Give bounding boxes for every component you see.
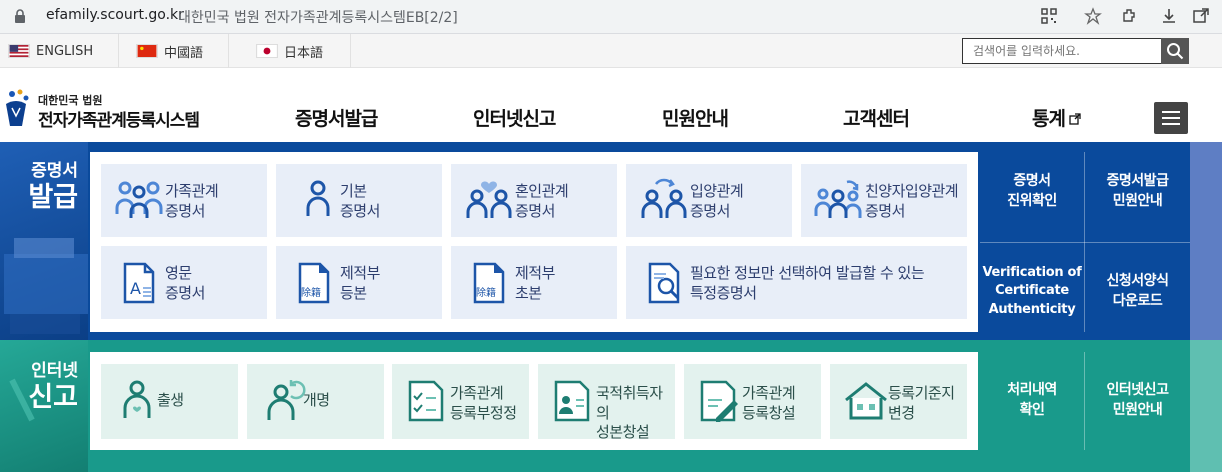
tile-label: 국적취득자의 성본창설 (596, 384, 663, 441)
section-title-line2: 신고 (28, 381, 78, 413)
link-cert-verify[interactable]: 증명서 진위확인 (980, 142, 1084, 242)
japan-flag-icon (256, 44, 278, 58)
tile-specific-cert[interactable]: 필요한 정보만 선택하여 발급할 수 있는 특정증명서 (626, 246, 967, 319)
tile-label: 가족관계 증명서 (165, 182, 219, 220)
link-report-status[interactable]: 처리내역 확인 (980, 352, 1084, 450)
adoption-icon (641, 178, 687, 218)
gnb-customer-center[interactable]: 고객센터 (843, 104, 910, 131)
link-cert-guide[interactable]: 증명서발급 민원안내 (1085, 142, 1190, 242)
tile-label: 영문 증명서 (165, 264, 205, 302)
browser-url[interactable]: efamily.scourt.go.kr (46, 7, 184, 23)
pen-document-icon (700, 380, 738, 422)
tile-label: 가족관계 등록창설 (742, 384, 796, 422)
tile-label: 기본 증명서 (340, 182, 380, 220)
tile-label: 등록기준지 변경 (888, 384, 955, 422)
tile-removed-register-abstract[interactable]: 除籍 제적부 초본 (451, 246, 617, 319)
download-icon[interactable] (1160, 7, 1178, 25)
lang-english[interactable]: ENGLISH (0, 34, 118, 68)
tile-label: 개명 (303, 391, 330, 409)
tile-registration-base-change[interactable]: 등록기준지 변경 (830, 364, 967, 439)
open-new-window-icon[interactable] (1192, 7, 1210, 25)
house-icon (845, 382, 887, 420)
report-section-title: 인터넷 신고 (0, 361, 88, 413)
svg-text:除籍: 除籍 (301, 286, 321, 299)
court-logo-icon[interactable] (2, 86, 32, 128)
china-flag-icon (136, 44, 158, 58)
tile-label: 제적부 초본 (515, 264, 555, 302)
hamburger-menu-button[interactable] (1154, 102, 1188, 134)
section-edge (1190, 142, 1222, 340)
search-icon (1167, 43, 1184, 60)
extensions-icon[interactable] (1120, 7, 1138, 25)
tile-label: 출생 (157, 391, 184, 409)
gnb-civil-guide[interactable]: 민원안내 (662, 104, 729, 131)
tile-family-relation-cert[interactable]: 가족관계 증명서 (101, 164, 267, 237)
tile-register-creation[interactable]: 가족관계 등록창설 (684, 364, 821, 439)
register-document-icon: 除籍 (473, 262, 505, 304)
tile-label: 혼인관계 증명서 (515, 182, 569, 220)
tile-full-adoption-cert[interactable]: 친양자입양관계 증명서 (801, 164, 967, 237)
id-card-icon (554, 380, 590, 422)
tile-removed-register-copy[interactable]: 除籍 제적부 등본 (276, 246, 442, 319)
lang-label: ENGLISH (36, 43, 94, 59)
tile-label: 입양관계 증명서 (690, 182, 744, 220)
browser-page-title: 대한민국 법원 전자가족관계등록시스템EB[2/2] (178, 10, 458, 26)
tile-marriage-cert[interactable]: 혼인관계 증명서 (451, 164, 617, 237)
external-link-icon (1069, 113, 1081, 125)
section-edge (1190, 340, 1222, 472)
tile-rename[interactable]: 개명 (247, 364, 384, 439)
document-search-icon (648, 262, 680, 304)
bookmark-star-icon[interactable] (1084, 7, 1102, 25)
couple-heart-icon (466, 181, 512, 218)
section-title-line2: 발급 (28, 181, 78, 213)
lang-chinese[interactable]: 中國語 (128, 34, 228, 68)
qr-code-icon[interactable] (1040, 7, 1058, 25)
svg-text:除籍: 除籍 (476, 286, 496, 299)
section-title-line1: 증명서 (31, 161, 78, 181)
checklist-document-icon (408, 380, 444, 422)
browser-address-bar[interactable]: efamily.scourt.go.kr 대한민국 법원 전자가족관계등록시스템… (0, 0, 1222, 34)
tile-label: 필요한 정보만 선택하여 발급할 수 있는 특정증명서 (690, 264, 925, 302)
us-flag-icon (8, 44, 30, 58)
gnb-statistics[interactable]: 통계 (1032, 104, 1081, 131)
lang-japanese[interactable]: 日本語 (248, 34, 348, 68)
english-document-icon: A (123, 262, 155, 304)
tile-birth[interactable]: 출생 (101, 364, 238, 439)
section-title-line1: 인터넷 (31, 361, 78, 381)
tile-label: 친양자입양관계 증명서 (865, 182, 959, 220)
tile-register-correction[interactable]: 가족관계 등록부정정 (392, 364, 529, 439)
link-verification-english[interactable]: Verification of Certificate Authenticity (980, 243, 1084, 340)
tile-english-cert[interactable]: A 영문 증명서 (101, 246, 267, 319)
tile-adoption-cert[interactable]: 입양관계 증명서 (626, 164, 792, 237)
link-report-guide[interactable]: 인터넷신고 민원안내 (1085, 352, 1190, 450)
tile-basic-cert[interactable]: 기본 증명서 (276, 164, 442, 237)
family-icon (115, 181, 163, 218)
lock-icon (15, 9, 25, 23)
link-form-download[interactable]: 신청서양식 다운로드 (1085, 243, 1190, 340)
register-document-icon: 除籍 (298, 262, 330, 304)
tile-label: 가족관계 등록부정정 (450, 384, 517, 422)
search-button[interactable] (1161, 38, 1189, 64)
printer-illustration-icon (4, 238, 88, 334)
adoption-family-icon (814, 180, 862, 218)
logo-title[interactable]: 전자가족관계등록시스템 (38, 106, 200, 131)
certificate-section-title: 증명서 발급 (0, 161, 88, 213)
tile-naturalized-surname[interactable]: 국적취득자의 성본창설 (538, 364, 675, 441)
search-input[interactable] (962, 38, 1162, 64)
gnb-certificate[interactable]: 증명서발급 (295, 104, 378, 131)
lang-label: 日本語 (284, 45, 324, 61)
person-icon (306, 180, 330, 216)
tile-label: 제적부 등본 (340, 264, 380, 302)
gnb-statistics-label: 통계 (1032, 108, 1066, 130)
svg-text:A: A (130, 279, 141, 298)
lang-label: 中國語 (164, 45, 204, 61)
gnb-internet-report[interactable]: 인터넷신고 (473, 104, 556, 131)
